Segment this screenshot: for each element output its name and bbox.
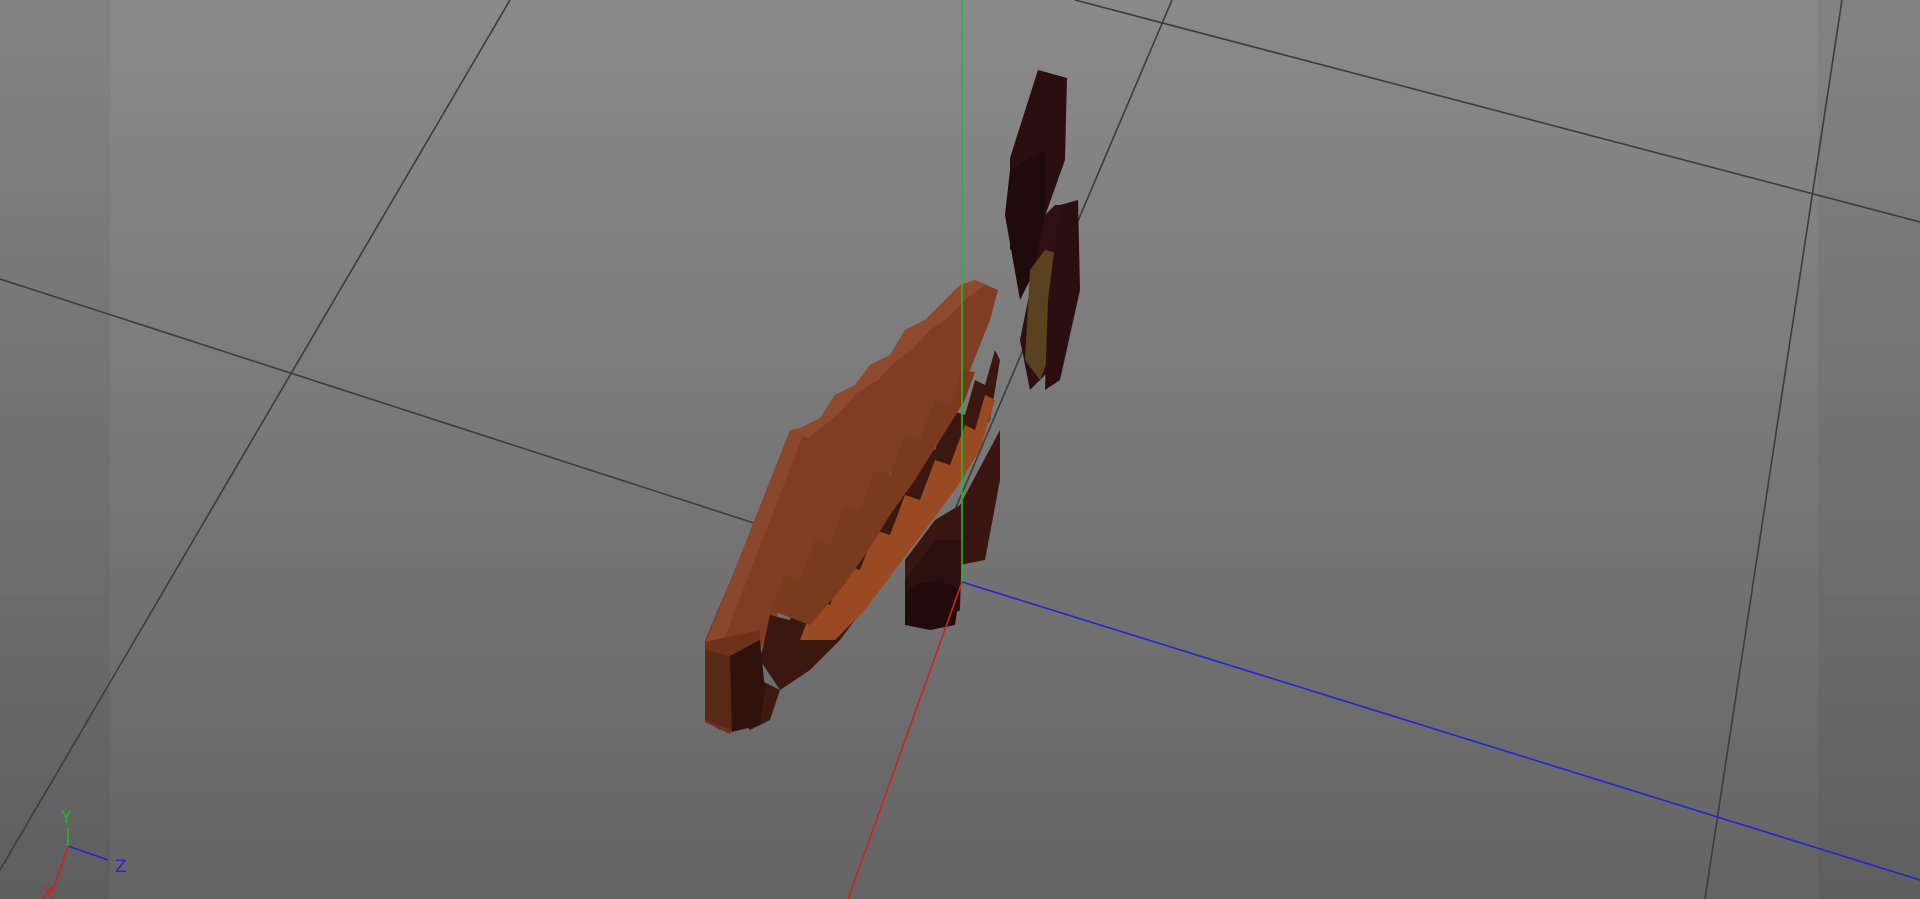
pommel-block [905,580,960,630]
world-axes [847,0,1920,899]
grid-line [1074,0,1920,223]
blade-tip-front [705,650,732,730]
gizmo-x-line [51,845,69,894]
blade-tip-side [730,640,765,732]
grid-line [0,278,761,526]
gizmo-y-label: Y [60,808,72,828]
scene-canvas[interactable]: Y Z X [0,0,1920,899]
gizmo-x-label: X [42,884,54,899]
gizmo-z-label: Z [115,857,127,877]
gizmo-z-line [67,845,109,861]
3d-viewport[interactable]: Y Z X [0,0,1920,899]
z-axis-line [961,581,1920,881]
orientation-gizmo: Y Z X [42,808,127,899]
x-axis-line [847,581,963,899]
pixel-sword-model[interactable] [705,70,1080,734]
grid-line [0,0,511,871]
grid-line [1704,0,1843,899]
